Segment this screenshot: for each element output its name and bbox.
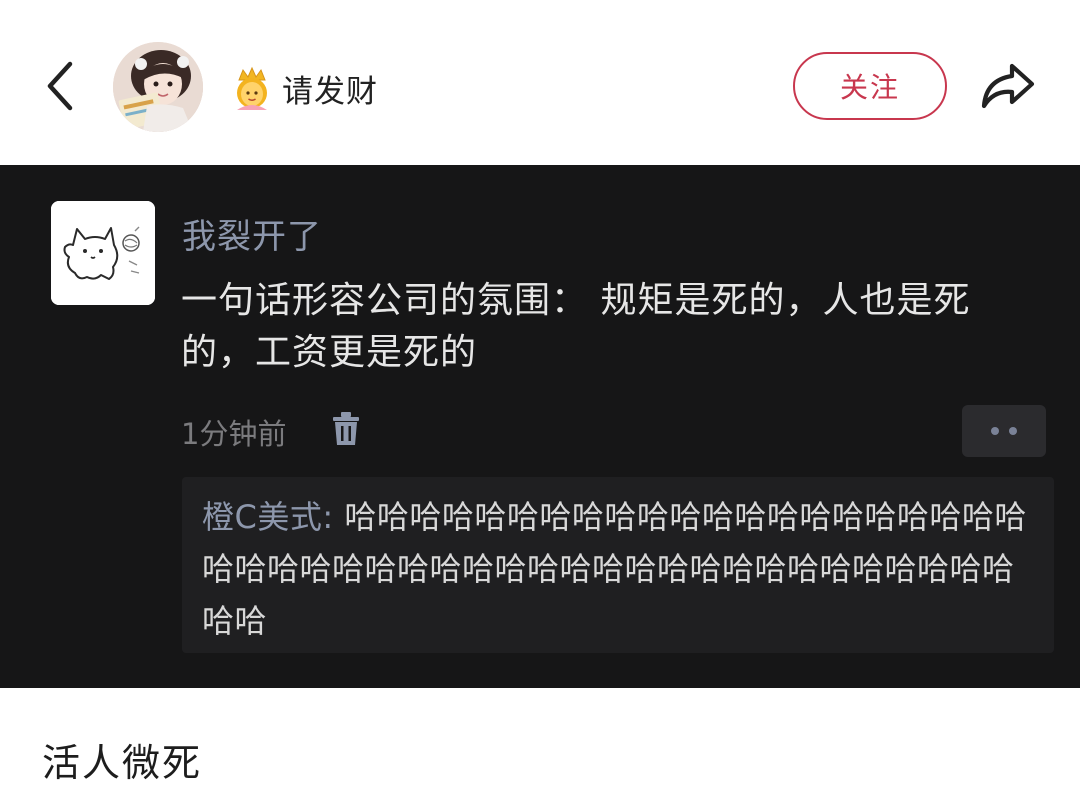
author-username: 请发财 — [282, 73, 378, 110]
more-dot-icon — [1009, 427, 1017, 435]
more-options-button[interactable] — [962, 405, 1046, 457]
author-info[interactable]: 请发财 — [230, 62, 378, 114]
more-dot-icon — [991, 427, 999, 435]
share-button[interactable] — [978, 58, 1038, 114]
comment-timestamp: 1分钟前 — [181, 417, 287, 451]
reply-preview[interactable]: 橙C美式: 哈哈哈哈哈哈哈哈哈哈哈哈哈哈哈哈哈哈哈哈哈哈哈哈哈哈哈哈哈哈哈哈哈哈… — [182, 477, 1054, 653]
cat-doodle-icon — [51, 201, 155, 305]
crown-person-icon — [237, 66, 267, 110]
trash-icon — [333, 412, 359, 445]
delete-comment-button[interactable] — [330, 411, 362, 447]
post-page: 请发财 关注 我裂开了 一句话形容公司的氛围： 规矩是死的，人也是死的，工资更是… — [0, 0, 1080, 792]
reply-content: 橙C美式: 哈哈哈哈哈哈哈哈哈哈哈哈哈哈哈哈哈哈哈哈哈哈哈哈哈哈哈哈哈哈哈哈哈哈… — [202, 491, 1044, 647]
top-bar: 请发财 关注 — [0, 0, 1080, 165]
commenter-avatar[interactable] — [51, 201, 155, 305]
back-button[interactable] — [38, 58, 82, 114]
comment-text: 一句话形容公司的氛围： 规矩是死的，人也是死的，工资更是死的 — [181, 280, 971, 373]
avatar-image — [113, 42, 203, 132]
comment-screenshot: 我裂开了 一句话形容公司的氛围： 规矩是死的，人也是死的，工资更是死的 1分钟前… — [0, 165, 1080, 688]
reply-author[interactable]: 橙C美式: — [202, 498, 334, 536]
post-caption: 活人微死 — [42, 741, 203, 785]
share-arrow-icon — [981, 63, 1035, 109]
follow-button[interactable]: 关注 — [793, 52, 947, 120]
author-avatar[interactable] — [113, 42, 203, 132]
chevron-left-icon — [47, 61, 73, 111]
commenter-name[interactable]: 我裂开了 — [182, 209, 322, 258]
